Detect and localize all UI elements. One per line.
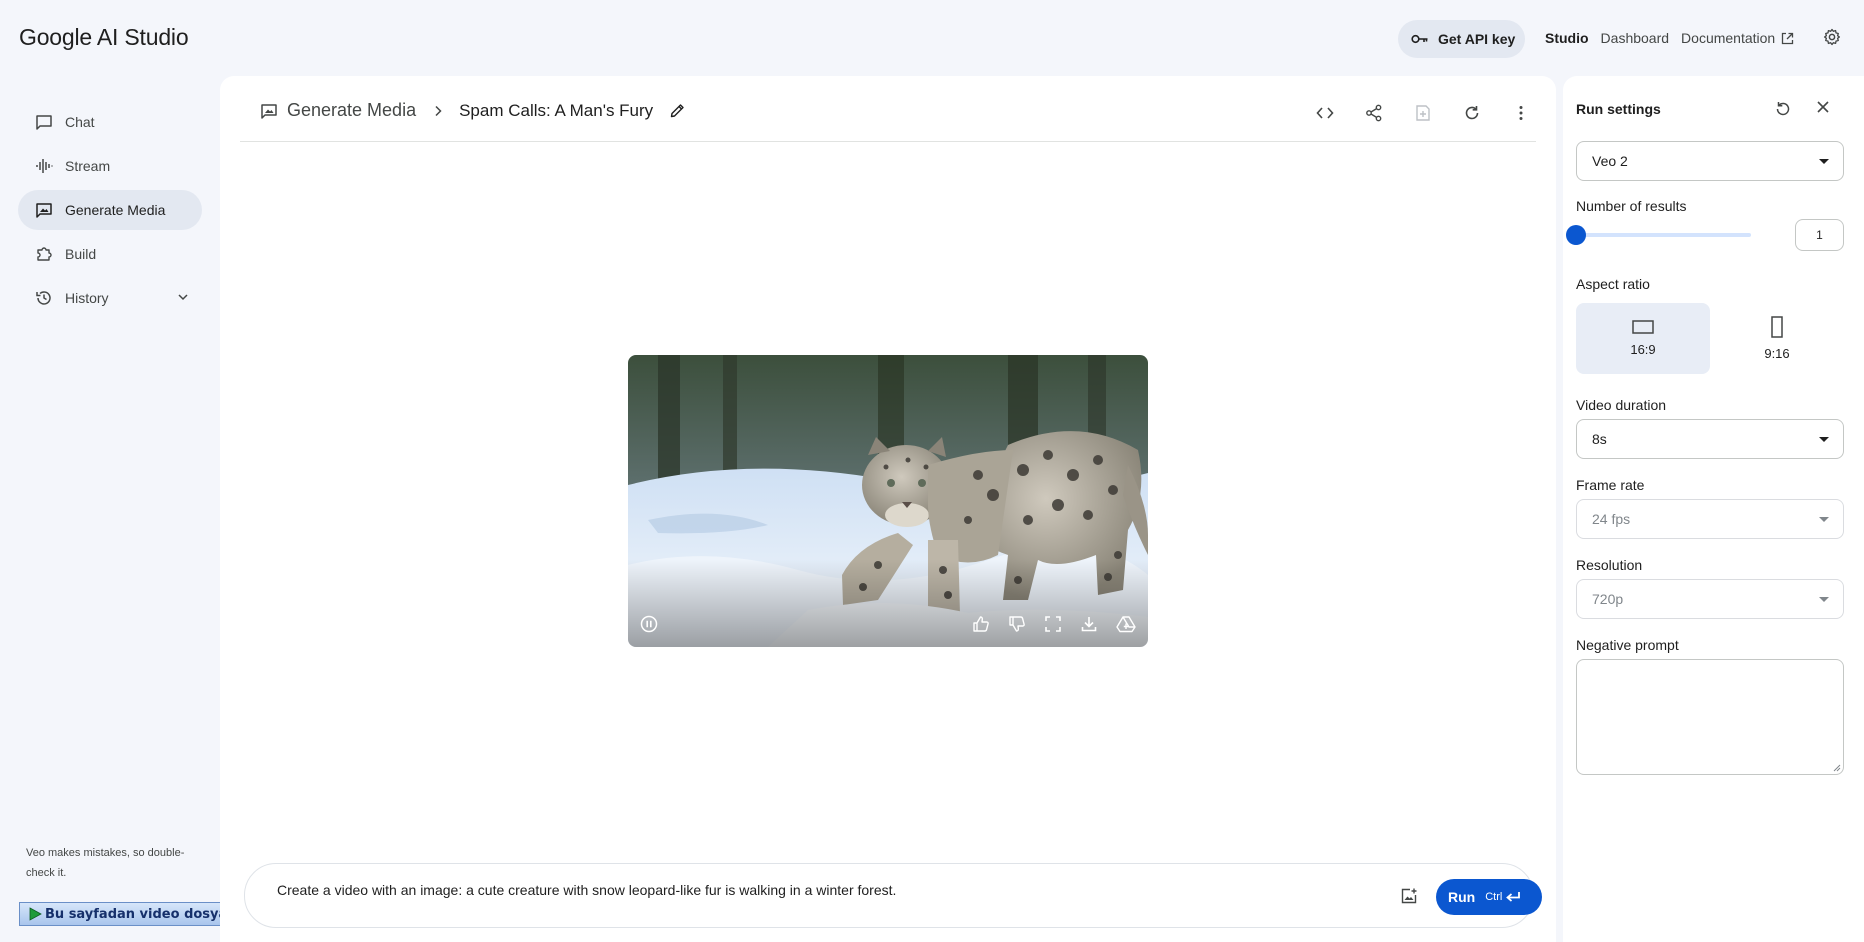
external-link-icon bbox=[1781, 32, 1794, 45]
key-icon bbox=[1411, 33, 1429, 45]
documentation-label: Documentation bbox=[1681, 30, 1776, 46]
sidebar-item-generate-media[interactable]: Generate Media bbox=[18, 190, 202, 230]
run-button[interactable]: Run Ctrl bbox=[1436, 879, 1542, 915]
pause-icon[interactable] bbox=[640, 615, 658, 633]
run-label: Run bbox=[1448, 889, 1476, 905]
frame-rate-label: Frame rate bbox=[1576, 477, 1645, 493]
sidebar-item-label: Stream bbox=[65, 158, 111, 174]
media-icon bbox=[260, 102, 278, 120]
dropdown-arrow-icon bbox=[1819, 159, 1829, 164]
resolution-select[interactable]: 720p bbox=[1576, 579, 1844, 619]
negative-prompt-label: Negative prompt bbox=[1576, 637, 1679, 653]
history-icon bbox=[35, 289, 53, 307]
breadcrumb-root[interactable]: Generate Media bbox=[260, 100, 416, 121]
nav-link-dashboard[interactable]: Dashboard bbox=[1601, 30, 1670, 46]
get-api-key-button[interactable]: Get API key bbox=[1398, 20, 1525, 58]
prompt-text[interactable]: Create a video with an image: a cute cre… bbox=[277, 882, 896, 898]
portrait-icon bbox=[1770, 316, 1784, 338]
video-duration-select[interactable]: 8s bbox=[1576, 419, 1844, 459]
close-icon[interactable] bbox=[1816, 100, 1830, 114]
code-icon[interactable] bbox=[1314, 102, 1336, 124]
sidebar-item-chat[interactable]: Chat bbox=[18, 102, 202, 142]
enter-key-icon bbox=[1505, 891, 1521, 903]
reset-settings-icon[interactable] bbox=[1774, 100, 1792, 118]
fullscreen-icon[interactable] bbox=[1044, 615, 1062, 633]
page-title: Spam Calls: A Man's Fury bbox=[459, 100, 654, 120]
chevron-down-icon[interactable] bbox=[176, 290, 190, 304]
header-divider bbox=[240, 141, 1536, 142]
video-duration-label: Video duration bbox=[1576, 397, 1667, 413]
build-icon bbox=[35, 245, 53, 263]
dropdown-arrow-icon bbox=[1819, 517, 1829, 522]
chevron-right-icon bbox=[433, 105, 443, 117]
disclaimer-text: Veo makes mistakes, so double-check it. bbox=[26, 847, 185, 879]
prompt-input[interactable]: Create a video with an image: a cute cre… bbox=[244, 863, 1542, 928]
play-icon bbox=[28, 907, 42, 921]
video-controls bbox=[628, 597, 1148, 647]
landscape-icon bbox=[1632, 320, 1654, 334]
run-settings-title: Run settings bbox=[1576, 101, 1661, 117]
nav-link-documentation[interactable]: Documentation bbox=[1681, 30, 1794, 46]
aspect-option-16-9[interactable]: 16:9 bbox=[1576, 303, 1710, 374]
breadcrumb: Generate Media Spam Calls: A Man's Fury bbox=[260, 100, 686, 121]
resolution-value: 720p bbox=[1592, 591, 1624, 607]
save-to-drive-icon[interactable] bbox=[1412, 102, 1434, 124]
top-nav: Studio Dashboard Documentation bbox=[1545, 30, 1794, 46]
media-icon bbox=[35, 201, 53, 219]
aspect-option-label: 9:16 bbox=[1764, 346, 1790, 361]
nav-link-studio[interactable]: Studio bbox=[1545, 30, 1589, 46]
thumbs-down-icon[interactable] bbox=[1008, 615, 1026, 633]
dropdown-arrow-icon bbox=[1819, 437, 1829, 442]
aspect-ratio-label: Aspect ratio bbox=[1576, 276, 1650, 292]
sidebar-item-label: History bbox=[65, 290, 109, 306]
breadcrumb-root-label: Generate Media bbox=[287, 100, 417, 120]
run-settings-panel: Run settings Veo 2 Number of results 1 A… bbox=[1563, 76, 1864, 942]
get-api-key-label: Get API key bbox=[1438, 31, 1516, 47]
model-select[interactable]: Veo 2 bbox=[1576, 141, 1844, 181]
sidebar-item-history[interactable]: History bbox=[18, 278, 202, 318]
run-shortcut: Ctrl bbox=[1485, 891, 1521, 903]
top-bar: Google AI Studio Get API key Studio Dash… bbox=[0, 0, 1864, 76]
resize-grip-icon[interactable] bbox=[1832, 763, 1841, 772]
run-shortcut-label: Ctrl bbox=[1485, 891, 1503, 903]
sidebar: Chat Stream Generate Media Build History… bbox=[0, 76, 220, 942]
settings-gear-icon[interactable] bbox=[1823, 28, 1841, 46]
duration-value: 8s bbox=[1592, 431, 1607, 447]
refresh-icon[interactable] bbox=[1461, 102, 1483, 124]
num-results-label: Number of results bbox=[1576, 198, 1687, 214]
drive-icon[interactable] bbox=[1116, 615, 1136, 633]
frame-rate-select[interactable]: 24 fps bbox=[1576, 499, 1844, 539]
model-value: Veo 2 bbox=[1592, 153, 1628, 169]
resolution-label: Resolution bbox=[1576, 557, 1643, 573]
more-options-icon[interactable] bbox=[1510, 102, 1532, 124]
frame-rate-value: 24 fps bbox=[1592, 511, 1631, 527]
num-results-slider[interactable] bbox=[1566, 225, 1751, 245]
main-toolbar bbox=[1314, 102, 1532, 124]
main-panel: Generate Media Spam Calls: A Man's Fury bbox=[220, 76, 1556, 942]
app-logo[interactable]: Google AI Studio bbox=[19, 24, 189, 51]
stream-icon bbox=[35, 157, 53, 175]
slider-thumb[interactable] bbox=[1566, 225, 1586, 245]
chat-icon bbox=[35, 113, 53, 131]
sidebar-item-label: Build bbox=[65, 246, 97, 262]
sidebar-item-stream[interactable]: Stream bbox=[18, 146, 202, 186]
aspect-option-label: 16:9 bbox=[1630, 342, 1656, 357]
sidebar-item-label: Chat bbox=[65, 114, 95, 130]
share-icon[interactable] bbox=[1363, 102, 1385, 124]
edit-title-icon[interactable] bbox=[669, 102, 686, 119]
download-icon[interactable] bbox=[1080, 615, 1098, 633]
sidebar-item-build[interactable]: Build bbox=[18, 234, 202, 274]
sidebar-item-label: Generate Media bbox=[65, 202, 166, 218]
add-image-icon[interactable] bbox=[1400, 887, 1418, 905]
dropdown-arrow-icon bbox=[1819, 597, 1829, 602]
thumbs-up-icon[interactable] bbox=[972, 615, 990, 633]
negative-prompt-textarea[interactable] bbox=[1576, 659, 1844, 775]
generated-video[interactable] bbox=[628, 355, 1148, 647]
aspect-option-9-16[interactable]: 9:16 bbox=[1710, 303, 1844, 374]
num-results-input[interactable]: 1 bbox=[1795, 219, 1844, 251]
